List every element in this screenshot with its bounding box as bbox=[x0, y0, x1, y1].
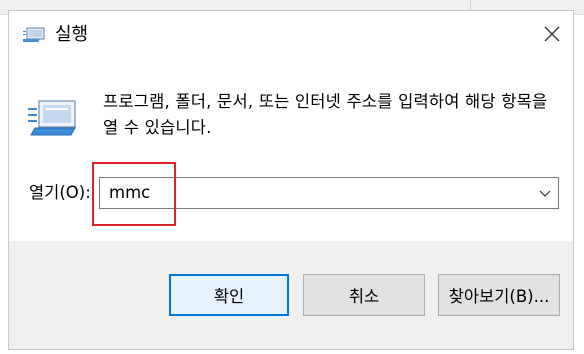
open-combobox[interactable]: mmc bbox=[99, 177, 559, 209]
run-dialog: 실행 프로그램, 폴더, 문서, 또는 인터넷 주소를 입력하여 해당 항목을 … bbox=[8, 10, 574, 350]
browse-button[interactable]: 찾아보기(B)... bbox=[438, 274, 560, 316]
close-icon[interactable] bbox=[537, 19, 567, 49]
ok-button[interactable]: 확인 bbox=[169, 274, 289, 316]
open-input[interactable]: mmc bbox=[109, 183, 150, 203]
chevron-down-icon[interactable] bbox=[538, 187, 552, 199]
run-app-icon bbox=[23, 27, 45, 42]
run-app-icon bbox=[28, 100, 76, 136]
window-title: 실행 bbox=[55, 24, 89, 45]
dialog-description: 프로그램, 폴더, 문서, 또는 인터넷 주소를 입력하여 해당 항목을 열 수… bbox=[103, 92, 548, 137]
button-bar: 확인 취소 찾아보기(B)... bbox=[9, 241, 573, 349]
open-field-label: 열기(O): bbox=[29, 183, 91, 202]
cancel-button[interactable]: 취소 bbox=[303, 274, 425, 316]
title-bar: 실행 bbox=[9, 11, 573, 57]
